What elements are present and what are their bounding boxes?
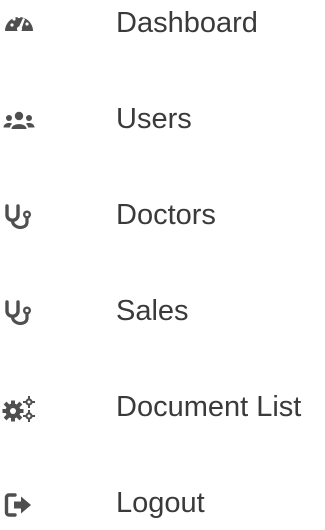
stethoscope-icon bbox=[2, 200, 36, 234]
users-icon bbox=[2, 104, 36, 138]
cogs-icon bbox=[2, 392, 36, 426]
tachometer-icon bbox=[2, 8, 36, 42]
menu-item-label: Users bbox=[116, 103, 192, 135]
menu-item-logout[interactable]: Logout bbox=[0, 480, 325, 530]
menu-item-dashboard[interactable]: Dashboard bbox=[0, 0, 325, 50]
menu-item-document-list[interactable]: Document List bbox=[0, 384, 325, 434]
menu-item-users[interactable]: Users bbox=[0, 96, 325, 146]
menu-item-label: Dashboard bbox=[116, 7, 258, 39]
menu-item-sales[interactable]: Sales bbox=[0, 288, 325, 338]
menu-item-label: Sales bbox=[116, 295, 189, 327]
menu-item-label: Document List bbox=[116, 391, 302, 423]
menu-item-label: Doctors bbox=[116, 199, 216, 231]
sidebar-menu: Dashboard Users Doctors Sales Document L… bbox=[0, 0, 325, 520]
sign-out-icon bbox=[2, 488, 36, 522]
stethoscope-icon bbox=[2, 296, 36, 330]
menu-item-doctors[interactable]: Doctors bbox=[0, 192, 325, 242]
menu-item-label: Logout bbox=[116, 487, 205, 519]
